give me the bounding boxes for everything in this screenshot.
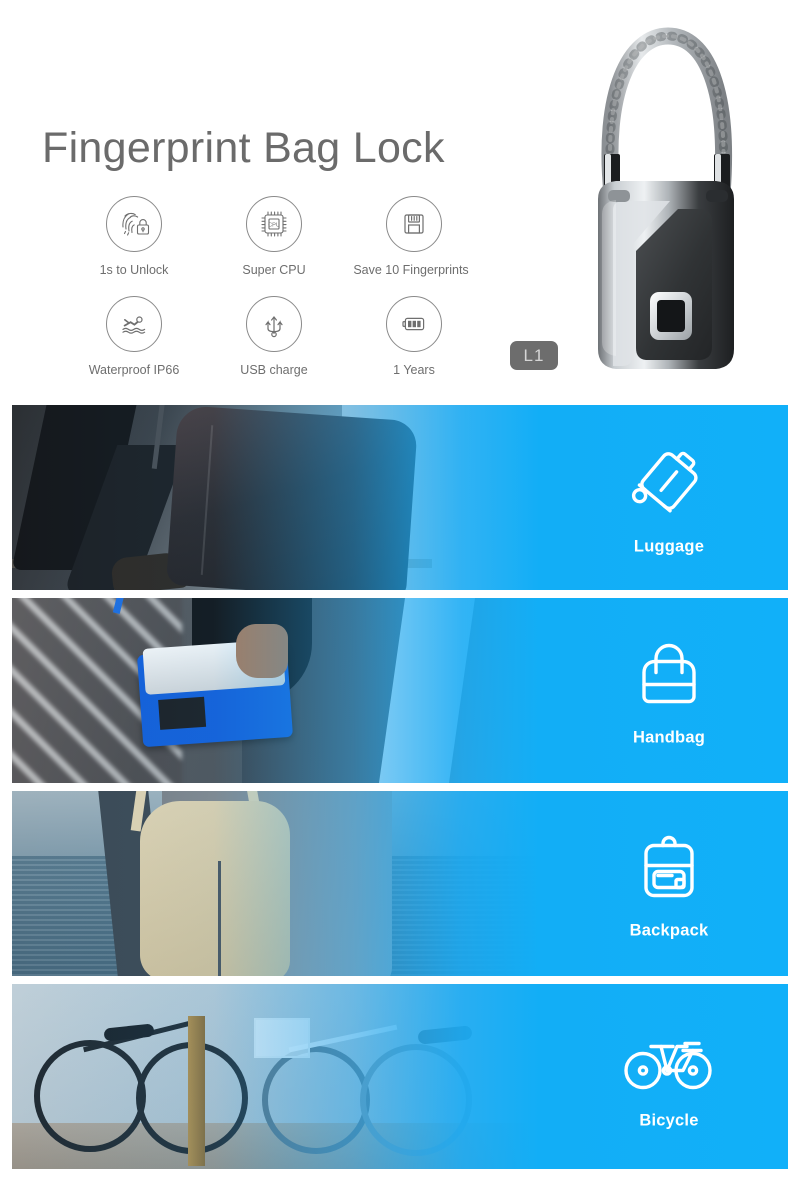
- bicycle-icon: [624, 1041, 712, 1089]
- banner-content-luggage: Luggage: [584, 439, 754, 556]
- banner-content-bicycle: Bicycle: [584, 1023, 754, 1130]
- floppy-save-icon: [386, 196, 442, 252]
- feature-label: Waterproof IP66: [88, 363, 180, 377]
- banner-content-handbag: Handbag: [584, 634, 754, 747]
- cpu-chip-icon: CPU: [246, 196, 302, 252]
- banner-backpack[interactable]: Backpack: [12, 791, 788, 976]
- use-case-banner-list: Luggage Handbag Backpack Bicycle: [0, 405, 800, 1177]
- banner-label: Bicycle: [639, 1111, 699, 1129]
- svg-text:CPU: CPU: [268, 222, 280, 228]
- battery-icon: [386, 296, 442, 352]
- backpack-icon: [644, 835, 694, 897]
- feature-item-battery-life: 1 Years: [344, 296, 484, 388]
- banner-bicycle[interactable]: Bicycle: [12, 984, 788, 1169]
- banner-luggage[interactable]: Luggage: [12, 405, 788, 590]
- feature-label: Super CPU: [242, 263, 306, 277]
- model-badge: L1: [510, 341, 558, 370]
- page-title: Fingerprint Bag Lock: [42, 124, 445, 172]
- banner-label: Luggage: [633, 537, 705, 555]
- swimmer-waterproof-icon: [106, 296, 162, 352]
- banner-label: Handbag: [633, 728, 705, 746]
- product-image-fingerprint-padlock: [572, 14, 762, 382]
- feature-item-waterproof: Waterproof IP66: [64, 296, 204, 388]
- feature-label: Save 10 Fingerprints: [353, 263, 469, 277]
- banner-content-backpack: Backpack: [584, 827, 754, 940]
- banner-label: Backpack: [629, 921, 709, 939]
- rolling-luggage-icon: [631, 451, 698, 512]
- hero-section: Fingerprint Bag Lock 1s to Unlock CPU Su…: [0, 0, 800, 405]
- feature-label: 1s to Unlock: [99, 263, 169, 277]
- banner-handbag[interactable]: Handbag: [12, 598, 788, 783]
- feature-grid: 1s to Unlock CPU Super CPU Save 10 Finge…: [64, 196, 484, 388]
- handbag-icon: [642, 643, 696, 703]
- usb-icon: [246, 296, 302, 352]
- feature-item-unlock-speed: 1s to Unlock: [64, 196, 204, 296]
- feature-item-usb-charge: USB charge: [204, 296, 344, 388]
- feature-label: USB charge: [240, 363, 308, 377]
- feature-item-cpu: CPU Super CPU: [204, 196, 344, 296]
- feature-item-storage: Save 10 Fingerprints: [344, 196, 484, 296]
- feature-label: 1 Years: [393, 363, 435, 377]
- fingerprint-lock-icon: [106, 196, 162, 252]
